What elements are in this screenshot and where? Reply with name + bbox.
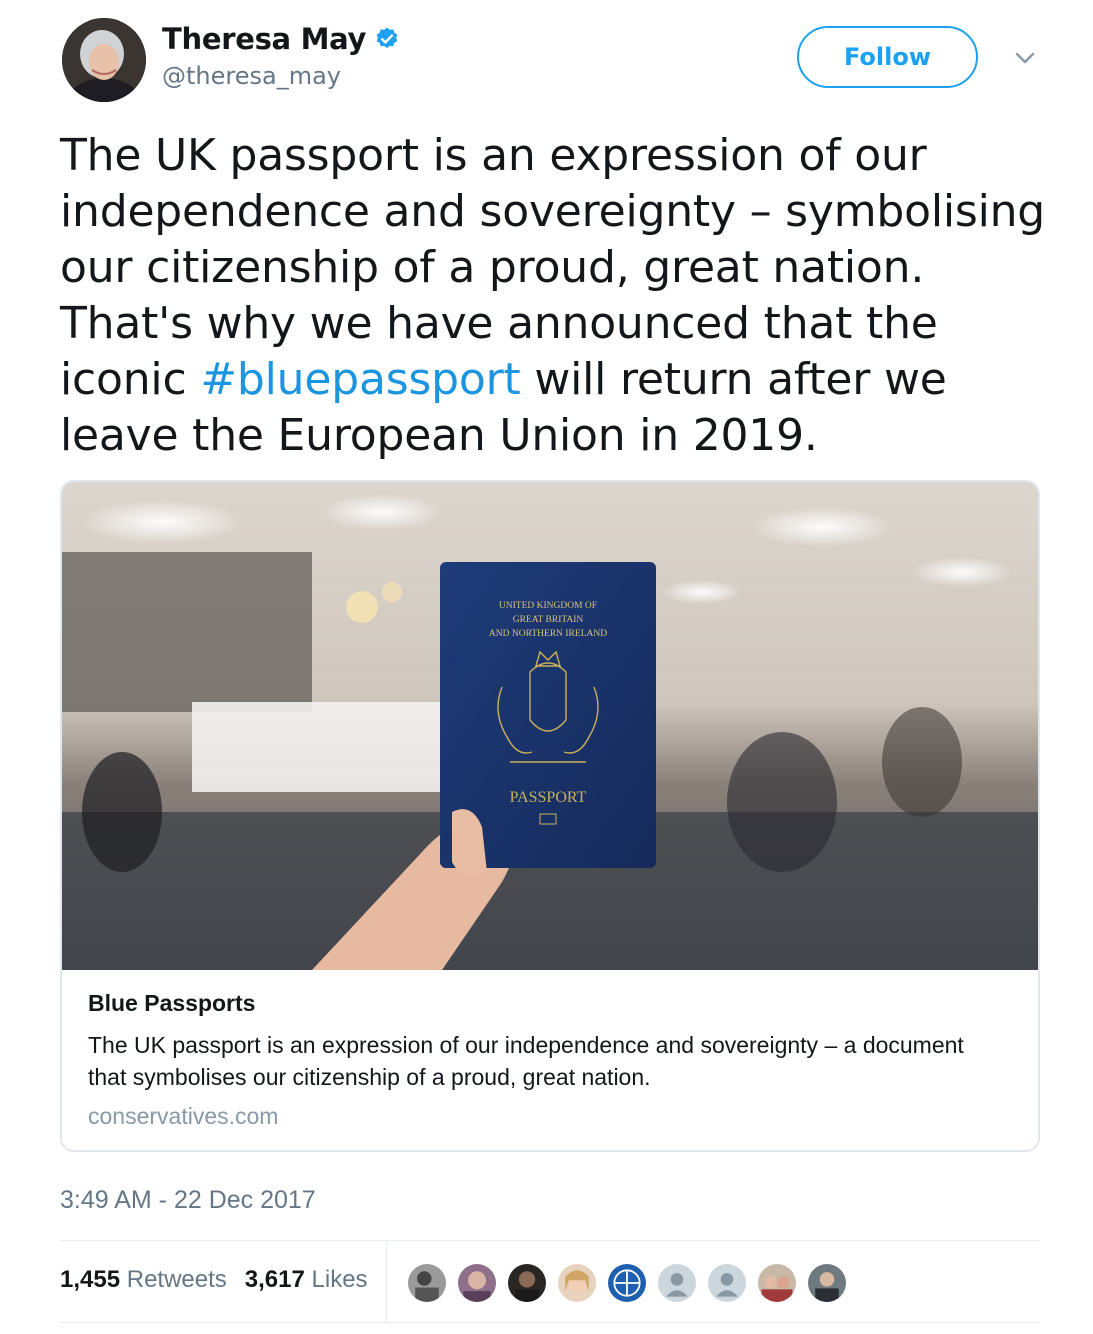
likes-label: Likes [311,1266,368,1293]
retweets-stat[interactable]: 1,455 Retweets [60,1266,227,1294]
liker-avatar[interactable] [756,1262,798,1304]
card-domain: conservatives.com [88,1103,279,1129]
liker-avatar[interactable] [556,1262,598,1304]
passport-label: PASSPORT [510,789,587,806]
avatar-photo [62,18,146,102]
passport-text-line3: AND NORTHERN IRELAND [489,629,607,639]
author-handle[interactable]: @theresa_may [162,62,400,90]
link-card[interactable]: UNITED KINGDOM OF GREAT BRITAIN AND NORT… [60,480,1040,1152]
retweets-label: Retweets [126,1266,227,1293]
default-avatar-icon[interactable] [656,1262,698,1304]
liker-avatar[interactable] [456,1262,498,1304]
verified-badge-icon [376,27,398,48]
divider [60,1240,1040,1241]
author-name[interactable]: Theresa May [162,22,366,56]
passport-text-line2: GREAT BRITAIN [513,615,584,625]
likes-count: 3,617 [244,1266,305,1293]
follow-button[interactable]: Follow [797,26,978,88]
divider [60,1322,1040,1323]
retweets-count: 1,455 [60,1266,121,1293]
author-info: Theresa May @theresa_may [162,22,400,90]
card-image: UNITED KINGDOM OF GREAT BRITAIN AND NORT… [62,482,1038,970]
passport-text-line1: UNITED KINGDOM OF [499,601,597,611]
default-avatar-icon[interactable] [706,1262,748,1304]
author-avatar[interactable] [62,18,146,102]
liker-avatar[interactable] [506,1262,548,1304]
card-body: Blue Passports The UK passport is an exp… [88,990,1008,1130]
card-title: Blue Passports [88,990,256,1016]
liker-avatar[interactable] [406,1262,448,1304]
liker-avatar[interactable] [606,1262,648,1304]
tweet-timestamp[interactable]: 3:49 AM - 22 Dec 2017 [60,1186,316,1215]
tweet-stats: 1,455 Retweets 3,617 Likes [60,1266,368,1294]
card-description: The UK passport is an expression of our … [88,1032,964,1090]
liker-avatar[interactable] [806,1262,848,1304]
stats-separator [386,1242,387,1322]
chevron-down-icon[interactable] [1012,48,1038,68]
likes-stat[interactable]: 3,617 Likes [245,1266,368,1294]
tweet-text: The UK passport is an expression of our … [60,128,1050,464]
likers-avatars [406,1262,856,1304]
hashtag-link[interactable]: #bluepassport [200,354,521,405]
